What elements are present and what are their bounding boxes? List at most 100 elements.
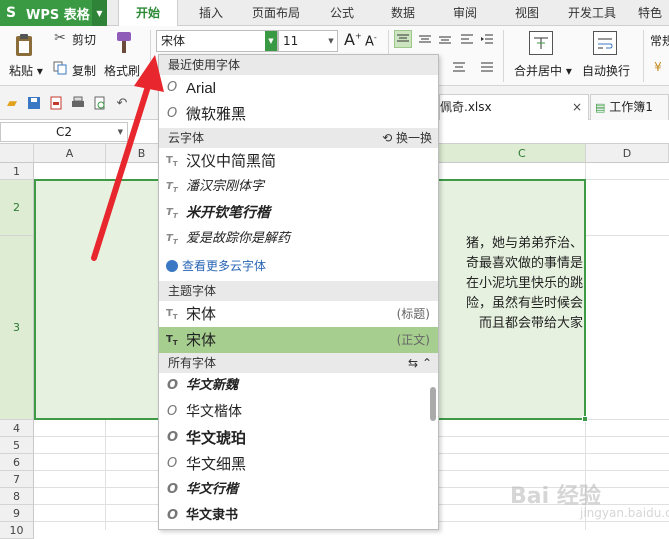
cell-line: 而且都会带给大家	[478, 316, 583, 331]
font-size-dropdown-icon[interactable]: ▼	[325, 31, 337, 51]
font-item-cloud[interactable]: TT 潘汉宗刚体字	[159, 174, 438, 200]
cell-c3-content[interactable]: 猪，她与弟弟乔治、 奇最喜欢做的事情是 在小泥坑里快乐的跳 险，虽然有些时候会 …	[425, 234, 583, 334]
wrap-direction-icon[interactable]	[458, 30, 476, 48]
font-item-theme-body[interactable]: TT 宋体 (正文)	[159, 327, 438, 353]
font-item-all[interactable]: O 华文隶书	[159, 503, 438, 529]
refresh-cloud-fonts-button[interactable]: ⟲ 换一换	[382, 128, 432, 148]
menu-bar: S WPS 表格 ▼ 开始 插入 页面布局 公式 数据 审阅 视图 开发工具 特…	[0, 0, 669, 27]
ribbon-separator	[643, 30, 644, 82]
tab-developer[interactable]: 开发工具	[568, 0, 616, 26]
ribbon-separator	[150, 30, 151, 82]
opentype-icon: O	[167, 430, 179, 445]
font-size-combo[interactable]: 11 ▼	[278, 30, 338, 52]
tab-data[interactable]: 数据	[391, 0, 415, 26]
font-item-all[interactable]: O 华文行楷	[159, 477, 438, 503]
paste-icon[interactable]	[12, 32, 38, 58]
font-item-recent[interactable]: O Arial	[159, 75, 438, 101]
tab-home[interactable]: 开始	[118, 0, 178, 27]
truetype-icon: TT	[166, 334, 178, 347]
opentype-icon: O	[167, 456, 178, 471]
merge-center-icon[interactable]	[529, 31, 553, 55]
format-painter-icon[interactable]	[110, 30, 136, 56]
tab-review[interactable]: 审阅	[453, 0, 477, 26]
fill-handle[interactable]	[582, 416, 588, 422]
merge-center-button[interactable]: 合并居中 ▾	[514, 62, 572, 79]
print-preview-icon[interactable]	[92, 96, 108, 110]
shrink-font-button[interactable]: A-	[365, 33, 377, 49]
pin-icon[interactable]: ⇆	[408, 356, 418, 370]
font-list-scrollbar[interactable]	[430, 387, 436, 421]
font-item-all[interactable]: O 华文琥珀	[159, 425, 438, 451]
save-icon[interactable]	[26, 96, 42, 110]
open-folder-icon[interactable]: ▰	[4, 96, 20, 111]
align-center-icon[interactable]	[450, 58, 468, 76]
row-header-8[interactable]: 8	[0, 488, 34, 505]
font-item-all[interactable]: O 华文新魏	[159, 373, 438, 399]
tab-page-layout[interactable]: 页面布局	[252, 0, 300, 26]
tab-insert[interactable]: 插入	[199, 0, 223, 26]
truetype-icon: TT	[166, 233, 178, 246]
currency-icon[interactable]: ¥	[650, 58, 666, 76]
scissors-icon[interactable]: ✂	[52, 30, 68, 46]
theme-fonts-header: 主题字体	[159, 281, 438, 301]
close-tab-icon[interactable]: ×	[572, 95, 582, 119]
font-size-value: 11	[283, 34, 299, 48]
row-header-10[interactable]: 10	[0, 522, 34, 539]
doc-tab-workbook-name: 工作簿1	[609, 100, 653, 114]
grow-font-button[interactable]: A+	[344, 30, 362, 49]
format-painter-button[interactable]: 格式刷	[104, 62, 140, 79]
doc-tab-workbook[interactable]: ▤ 工作簿1	[590, 94, 669, 120]
export-pdf-icon[interactable]	[48, 96, 64, 110]
cut-button[interactable]: 剪切	[72, 31, 96, 48]
tab-special[interactable]: 特色	[638, 0, 662, 26]
number-format-combo[interactable]: 常规	[650, 32, 669, 49]
row-header-6[interactable]: 6	[0, 454, 34, 471]
row-header-5[interactable]: 5	[0, 437, 34, 454]
row-header-3[interactable]: 3	[0, 236, 34, 420]
row-header-9[interactable]: 9	[0, 505, 34, 522]
truetype-icon: TT	[166, 181, 178, 194]
row-header-2[interactable]: 2	[0, 180, 34, 236]
font-item-cloud[interactable]: TT 米开钦笔行楷	[159, 200, 438, 226]
align-middle-icon[interactable]	[416, 30, 434, 48]
more-cloud-fonts-link[interactable]: 查看更多云字体	[159, 253, 438, 279]
row-header-1[interactable]: 1	[0, 163, 34, 180]
tab-formula[interactable]: 公式	[330, 0, 354, 26]
font-item-cloud[interactable]: TT 汉仪中简黑简	[159, 148, 438, 174]
align-bottom-icon[interactable]	[436, 30, 454, 48]
paste-label[interactable]: 粘贴 ▾	[9, 62, 43, 79]
undo-icon[interactable]: ↶	[114, 96, 130, 111]
collapse-all-fonts-button[interactable]: ⇆ ⌃	[408, 353, 432, 373]
truetype-icon: TT	[166, 207, 178, 220]
doc-tab-file[interactable]: 佩奇.xlsx ×	[439, 94, 589, 120]
truetype-icon: TT	[166, 308, 178, 321]
column-header-d[interactable]: D	[586, 144, 669, 163]
font-item-all[interactable]: O 华文细黑	[159, 451, 438, 477]
font-name-combo[interactable]: 宋体 ▼	[156, 30, 278, 52]
column-header-a[interactable]: A	[34, 144, 106, 163]
name-box-dropdown-icon[interactable]: ▼	[118, 123, 123, 141]
chevron-up-icon[interactable]: ⌃	[422, 356, 432, 370]
name-box[interactable]: C2 ▼	[0, 122, 128, 142]
font-item-cloud[interactable]: TT 爱是故踪你是解药	[159, 226, 438, 252]
font-item-theme-heading[interactable]: TT 宋体 (标题)	[159, 301, 438, 327]
refresh-icon: ⟲	[382, 131, 393, 145]
tab-view[interactable]: 视图	[515, 0, 539, 26]
auto-wrap-button[interactable]: 自动换行	[582, 62, 630, 79]
align-justify-icon[interactable]	[478, 58, 496, 76]
font-name-dropdown-icon[interactable]: ▼	[265, 31, 277, 51]
print-icon[interactable]	[70, 96, 86, 110]
auto-wrap-icon[interactable]	[593, 31, 617, 55]
cell-line: 猪，她与弟弟乔治、	[465, 236, 583, 251]
row-header-4[interactable]: 4	[0, 420, 34, 437]
select-all-corner[interactable]	[0, 144, 34, 163]
font-item-recent[interactable]: O 微软雅黑	[159, 101, 438, 127]
row-header-7[interactable]: 7	[0, 471, 34, 488]
copy-icon[interactable]	[52, 60, 68, 76]
app-menu-button[interactable]: S WPS 表格 ▼	[0, 0, 107, 26]
indent-icon[interactable]	[478, 30, 496, 48]
align-top-icon[interactable]	[394, 30, 412, 48]
app-menu-dropdown-icon[interactable]: ▼	[92, 0, 107, 26]
copy-button[interactable]: 复制	[72, 62, 96, 79]
font-item-all[interactable]: O 华文楷体	[159, 399, 438, 425]
